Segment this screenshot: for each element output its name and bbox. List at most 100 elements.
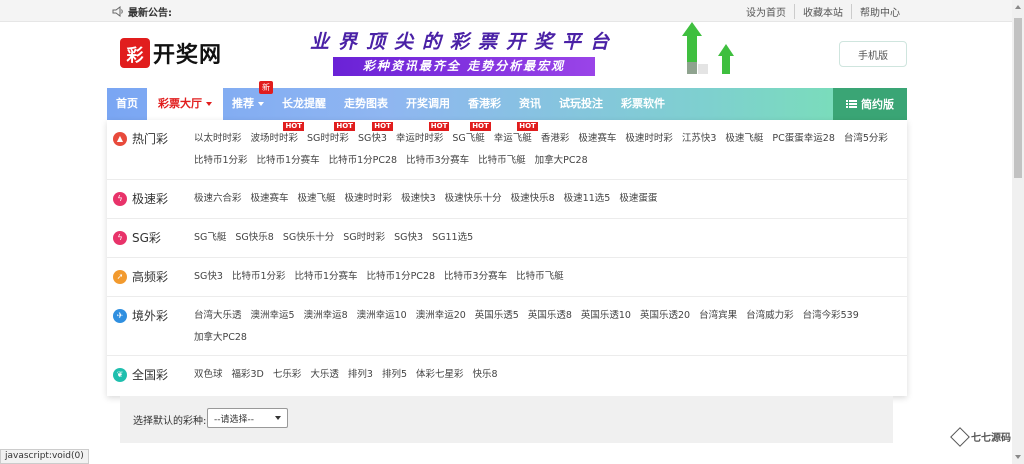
category-label[interactable]: ✈ 境外彩 (113, 307, 168, 324)
game-link[interactable]: 极速11选5 (564, 192, 611, 205)
nav-item-label: 首页 (116, 97, 138, 110)
category-label[interactable]: ❦ 全国彩 (113, 366, 168, 383)
nav-item-7[interactable]: 资讯 (510, 88, 550, 120)
game-link[interactable]: 极速时时彩 (345, 192, 393, 205)
game-link[interactable]: 极速六合彩 (194, 192, 242, 205)
game-link[interactable]: 极速快3 (401, 192, 436, 205)
game-name: 极速赛车 (250, 193, 289, 204)
game-link[interactable]: SG快乐十分 (283, 231, 334, 244)
game-link[interactable]: 台湾5分彩 (844, 132, 888, 145)
nav-item-label: 试玩投注 (559, 97, 603, 110)
game-link[interactable]: 七乐彩 (273, 368, 302, 381)
default-lottery-select[interactable]: --请选择-- (207, 408, 288, 428)
game-link[interactable]: 台湾宾果 (699, 309, 737, 322)
game-link[interactable]: SG快3 (394, 231, 423, 244)
category-label[interactable]: ➚ 高频彩 (113, 268, 168, 285)
game-name: SG快乐十分 (282, 232, 335, 243)
set-homepage-link[interactable]: 设为首页 (738, 4, 794, 19)
speaker-icon (112, 6, 123, 17)
game-link[interactable]: 极速飞艇 (298, 192, 336, 205)
game-link[interactable]: 极速赛车 (578, 132, 616, 145)
game-link[interactable]: 体彩七星彩 (416, 368, 464, 381)
game-link[interactable]: 香港彩 (541, 132, 570, 145)
game-link[interactable]: 幸运时时彩 HOT (396, 122, 450, 145)
nav-item-3[interactable]: 长龙提醒 (273, 88, 335, 120)
game-link[interactable]: SG飞艇 HOT (452, 122, 491, 145)
scroll-down-icon[interactable] (1015, 455, 1021, 459)
game-link[interactable]: 快乐8 (473, 368, 498, 381)
game-link[interactable]: 英国乐透10 (581, 309, 631, 322)
site-logo[interactable]: 彩 开奖网 (120, 37, 222, 69)
game-link[interactable]: 排列5 (382, 368, 407, 381)
game-link[interactable]: 波场时时彩 HOT (250, 122, 305, 145)
nav-item-4[interactable]: 走势图表 (335, 88, 397, 120)
game-link[interactable]: 澳洲幸运8 (304, 309, 348, 322)
game-link[interactable]: 极速飞艇 (725, 132, 763, 145)
game-link[interactable]: 比特币1分彩 (194, 154, 248, 167)
game-link[interactable]: 极速快乐8 (511, 192, 555, 205)
game-link[interactable]: SG时时彩 HOT (307, 122, 355, 145)
game-link[interactable]: 比特币1分赛车 (294, 270, 357, 283)
game-link[interactable]: 加拿大PC28 (194, 331, 247, 344)
game-link[interactable]: 英国乐透5 (475, 309, 519, 322)
game-link[interactable]: 排列3 (348, 368, 373, 381)
nav-item-0[interactable]: 首页 (107, 88, 147, 120)
game-link[interactable]: SG时时彩 (343, 231, 385, 244)
game-link[interactable]: SG快乐8 (235, 231, 273, 244)
nav-item-6[interactable]: 香港彩 (459, 88, 510, 120)
game-link[interactable]: 极速快乐十分 (445, 192, 502, 205)
category-name: 高频彩 (132, 270, 169, 284)
game-name: 波场时时彩 (250, 133, 299, 144)
game-link[interactable]: 比特币1分彩 (232, 270, 286, 283)
game-link[interactable]: SG快3 HOT (358, 122, 393, 145)
game-link[interactable]: 福彩3D (232, 368, 264, 381)
nav-item-9[interactable]: 彩票软件 (612, 88, 674, 120)
bookmark-link[interactable]: 收藏本站 (794, 4, 851, 19)
game-link[interactable]: SG快3 (194, 270, 223, 283)
game-link[interactable]: 极速赛车 (251, 192, 289, 205)
game-link[interactable]: 比特币飞艇 (516, 270, 564, 283)
game-link[interactable]: 澳洲幸运5 (251, 309, 295, 322)
game-link[interactable]: 比特币1分赛车 (257, 154, 320, 167)
category-label[interactable]: ▲ 热门彩 (113, 130, 168, 147)
game-link[interactable]: 双色球 (194, 368, 223, 381)
game-link[interactable]: 比特币1分PC28 (329, 154, 398, 167)
simple-version-button[interactable]: 简约版 (833, 88, 907, 120)
nav-item-8[interactable]: 试玩投注 (550, 88, 612, 120)
scroll-up-icon[interactable] (1015, 5, 1021, 9)
scrollbar-thumb[interactable] (1014, 18, 1022, 178)
game-link[interactable]: 台湾大乐透 (194, 309, 242, 322)
nav-item-2[interactable]: 推荐新 (223, 81, 273, 120)
game-link[interactable]: SG11选5 (432, 231, 473, 244)
help-center-link[interactable]: 帮助中心 (851, 4, 908, 19)
game-link[interactable]: 极速蛋蛋 (619, 192, 657, 205)
game-link[interactable]: SG飞艇 (194, 231, 226, 244)
game-link[interactable]: 以太时时彩 (194, 132, 242, 145)
game-name: 比特币1分赛车 (256, 155, 320, 166)
game-link[interactable]: 比特币1分PC28 (367, 270, 436, 283)
game-link[interactable]: 台湾威力彩 (746, 309, 794, 322)
hot-badge: HOT (334, 122, 355, 131)
game-link[interactable]: 比特币3分赛车 (444, 270, 507, 283)
mobile-version-button[interactable]: 手机版 (839, 41, 907, 67)
game-link[interactable]: 英国乐透8 (528, 309, 572, 322)
game-link[interactable]: 加拿大PC28 (535, 154, 588, 167)
category-row: ❦ 全国彩 双色球 福彩3D 七乐彩 大乐透 排列3 排列5 体彩七星彩 快乐8 (107, 356, 907, 396)
nav-item-1[interactable]: 彩票大厅 (147, 88, 223, 120)
game-link[interactable]: 极速时时彩 (625, 132, 673, 145)
game-link[interactable]: 幸运飞艇 HOT (494, 122, 538, 145)
game-link[interactable]: 比特币3分赛车 (406, 154, 469, 167)
nav-item-5[interactable]: 开奖调用 (397, 88, 459, 120)
game-link[interactable]: 江苏快3 (682, 132, 717, 145)
page-scrollbar[interactable] (1012, 0, 1024, 464)
category-label[interactable]: ϟ SG彩 (113, 229, 161, 246)
game-link[interactable]: PC蛋蛋幸运28 (772, 132, 834, 145)
game-link[interactable]: 英国乐透20 (640, 309, 690, 322)
game-name: 澳洲幸运8 (303, 310, 348, 321)
game-link[interactable]: 比特币飞艇 (478, 154, 526, 167)
game-link[interactable]: 澳洲幸运10 (357, 309, 407, 322)
game-link[interactable]: 澳洲幸运20 (416, 309, 466, 322)
game-link[interactable]: 大乐透 (310, 368, 339, 381)
game-link[interactable]: 台湾今彩539 (803, 309, 859, 322)
category-label[interactable]: ϟ 极速彩 (113, 190, 168, 207)
